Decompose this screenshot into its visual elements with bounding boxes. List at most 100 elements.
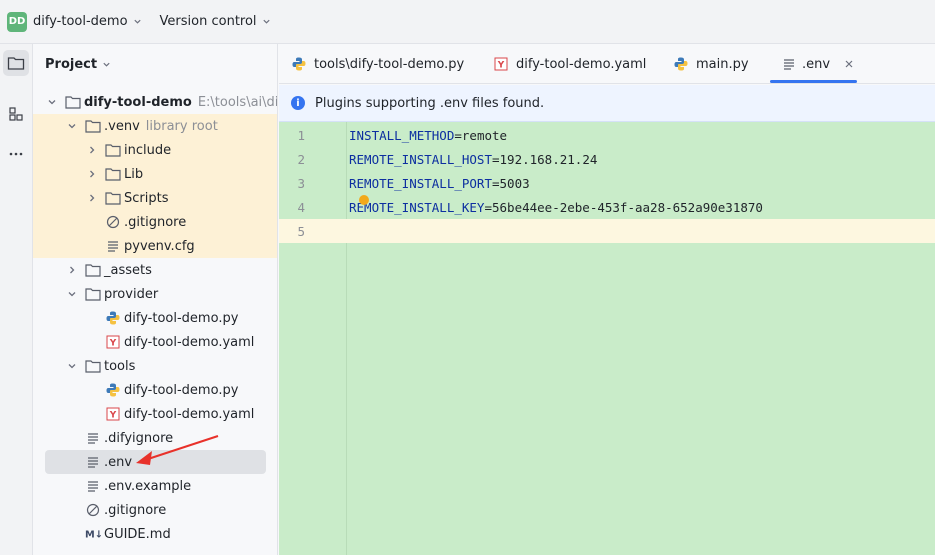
markdown-icon: M↓ <box>85 526 101 542</box>
tree-item[interactable]: dify-tool-demo.py <box>33 306 277 330</box>
ignore-file-icon <box>85 502 101 518</box>
tab-label: tools\dify-tool-demo.py <box>314 56 465 72</box>
more-tools-button[interactable] <box>3 141 29 167</box>
version-control-menu[interactable]: Version control <box>160 14 271 29</box>
tree-item-label: dify-tool-demo.py <box>124 310 239 326</box>
project-badge[interactable]: DD <box>7 11 27 32</box>
ignore-file-icon <box>105 214 121 230</box>
code-text: REMOTE_INSTALL_KEY=56be44ee-2ebe-453f-aa… <box>349 200 763 215</box>
tree-item[interactable]: .gitignore <box>33 498 277 522</box>
svg-text:Y: Y <box>497 61 505 71</box>
tab-tools-dify-tool-demo-py[interactable]: tools\dify-tool-demo.py <box>291 44 464 84</box>
text-file-icon <box>105 238 121 254</box>
code-line[interactable]: 1 INSTALL_METHOD=remote <box>279 123 935 147</box>
code-text: INSTALL_METHOD=remote <box>349 128 507 143</box>
tree-item[interactable]: .difyignore <box>33 426 277 450</box>
structure-icon <box>9 107 23 121</box>
project-switcher[interactable]: dify-tool-demo <box>33 14 142 29</box>
chevron-right-icon[interactable] <box>65 263 79 277</box>
tree-item[interactable]: Ydify-tool-demo.yaml <box>33 402 277 426</box>
tree-item[interactable]: dify-tool-demo E:\tools\ai\difys\ <box>33 90 277 114</box>
tree-item-label: .gitignore <box>124 214 187 230</box>
python-icon <box>105 382 121 398</box>
tab-label: .env <box>802 56 831 72</box>
tab-env[interactable]: .env <box>770 44 857 84</box>
code-text: REMOTE_INSTALL_HOST=192.168.21.24 <box>349 152 597 167</box>
folder-icon <box>7 57 25 70</box>
yaml-icon: Y <box>105 406 121 422</box>
tree-item-label: dify-tool-demo.yaml <box>124 406 255 422</box>
env-value: 5003 <box>499 175 530 191</box>
tree-item-label: .gitignore <box>104 502 167 518</box>
tab-main-py[interactable]: main.py <box>673 44 749 84</box>
info-icon: i <box>291 96 305 110</box>
chevron-down-icon[interactable] <box>65 119 79 133</box>
tree-item[interactable]: pyvenv.cfg <box>33 234 277 258</box>
tree-item[interactable]: .venv library root <box>33 114 277 138</box>
line-number: 2 <box>297 151 305 167</box>
tree-item[interactable]: .env.example <box>33 474 277 498</box>
code-line[interactable]: 2 REMOTE_INSTALL_HOST=192.168.21.24 <box>279 147 935 171</box>
tree-item-label: .env.example <box>104 478 192 494</box>
text-file-icon <box>85 454 101 470</box>
tree-item[interactable]: Scripts <box>33 186 277 210</box>
tree-item-label: tools <box>104 358 136 374</box>
chevron-right-icon[interactable] <box>85 167 99 181</box>
folder-icon <box>65 94 81 110</box>
tree-item[interactable]: M↓GUIDE.md <box>33 522 277 546</box>
notification-text: Plugins supporting .env files found. <box>315 95 545 111</box>
python-icon <box>291 56 307 72</box>
editor-tab-bar: tools\dify-tool-demo.py Y dify-tool-demo… <box>279 44 935 84</box>
structure-tool-button[interactable] <box>3 101 29 127</box>
tree-item[interactable]: Lib <box>33 162 277 186</box>
tree-item[interactable]: _assets <box>33 258 277 282</box>
project-panel: Project dify-tool-demo E:\tools\ai\difys\… <box>33 44 278 555</box>
tree-item-label: provider <box>104 286 159 302</box>
project-panel-header[interactable]: Project <box>33 44 277 84</box>
tree-item[interactable]: .env <box>45 450 266 474</box>
tree-item[interactable]: include <box>33 138 277 162</box>
yaml-icon: Y <box>493 56 509 72</box>
chevron-down-icon <box>262 19 270 24</box>
line-number: 4 <box>297 199 305 215</box>
folder-icon <box>85 286 101 302</box>
project-tool-button[interactable] <box>3 50 29 76</box>
folder-icon <box>85 358 101 374</box>
code-line[interactable]: 4 REMOTE_INSTALL_KEY=56be44ee-2ebe-453f-a… <box>279 195 935 219</box>
version-control-label: Version control <box>159 14 257 29</box>
tree-item-label: pyvenv.cfg <box>124 238 195 254</box>
tree-item[interactable]: .gitignore <box>33 210 277 234</box>
tab-dify-tool-demo-yaml[interactable]: Y dify-tool-demo.yaml <box>493 44 646 84</box>
chevron-down-icon[interactable] <box>65 287 79 301</box>
yaml-icon: Y <box>105 334 121 350</box>
svg-text:Y: Y <box>109 411 117 421</box>
tree-item[interactable]: dify-tool-demo.py <box>33 378 277 402</box>
tree-item-label: .env <box>104 454 133 470</box>
folder-icon <box>105 166 121 182</box>
chevron-right-icon[interactable] <box>85 191 99 205</box>
close-icon[interactable] <box>844 59 854 69</box>
tree-item-label: dify-tool-demo.yaml <box>124 334 255 350</box>
env-separator: = <box>492 151 500 167</box>
tree-item[interactable]: Ydify-tool-demo.yaml <box>33 330 277 354</box>
python-icon <box>673 56 689 72</box>
tab-label: dify-tool-demo.yaml <box>516 56 647 72</box>
env-separator: = <box>484 199 492 215</box>
env-key: INSTALL_METHOD <box>349 127 455 143</box>
tree-item-label: dify-tool-demo <box>84 94 192 110</box>
svg-text:M↓: M↓ <box>85 530 101 541</box>
chevron-right-icon[interactable] <box>85 143 99 157</box>
tree-item[interactable]: tools <box>33 354 277 378</box>
code-line[interactable]: 3 REMOTE_INSTALL_PORT=5003 <box>279 171 935 195</box>
code-line[interactable]: 5 <box>279 219 935 243</box>
chevron-down-icon[interactable] <box>65 359 79 373</box>
more-icon <box>9 152 23 156</box>
code-editor[interactable]: 1 INSTALL_METHOD=remote 2 REMOTE_INSTALL_HO… <box>279 122 935 555</box>
chevron-down-icon[interactable] <box>45 95 59 109</box>
intention-bulb-icon[interactable] <box>359 195 369 205</box>
tree-item-label: Scripts <box>124 190 169 206</box>
tree-item[interactable]: provider <box>33 282 277 306</box>
